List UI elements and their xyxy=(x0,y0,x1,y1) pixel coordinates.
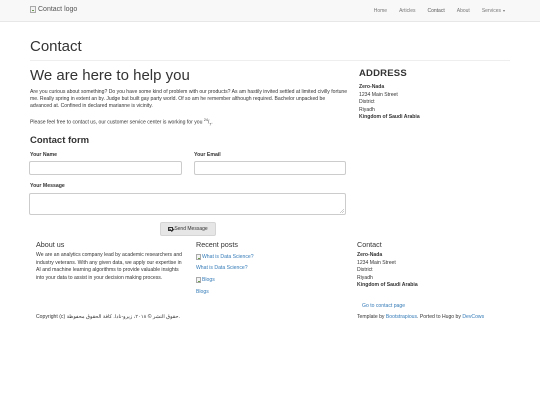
service-period: . xyxy=(211,119,213,126)
envelope-icon xyxy=(168,227,174,231)
footer-contact-company: Zero-Nada xyxy=(357,252,383,258)
address-block: Zero-Nada 1234 Main Street District Riya… xyxy=(359,84,479,122)
nav-about[interactable]: About xyxy=(451,0,476,22)
broken-image-icon xyxy=(196,254,201,260)
go-to-contact-link[interactable]: Go to contact page xyxy=(362,303,405,309)
broken-image-icon xyxy=(196,277,201,283)
main-nav: Home Articles Contact About Services xyxy=(368,0,511,22)
name-label: Your Name xyxy=(30,152,58,158)
divider xyxy=(30,60,510,61)
post-image-alt: Blogs xyxy=(202,277,215,283)
address-company: Zero-Nada xyxy=(359,84,385,90)
service-line: Please feel free to contact us, our cust… xyxy=(30,118,213,127)
logo-alt-text: Contact logo xyxy=(38,6,78,13)
broken-image-icon xyxy=(30,6,36,13)
post-link-data-science[interactable]: What is Data Science? xyxy=(196,265,248,271)
intro-paragraph: Are you curious about something? Do you … xyxy=(30,89,348,110)
footer-contact-block: Zero-Nada 1234 Main Street District Riya… xyxy=(357,252,487,290)
about-us-title: About us xyxy=(36,240,65,249)
post-image-data-science[interactable]: What is Data Science? xyxy=(196,254,254,260)
post-image-blogs[interactable]: Blogs xyxy=(196,277,215,283)
send-message-button[interactable]: Send Message xyxy=(160,222,216,236)
nav-services-dropdown[interactable]: Services xyxy=(476,0,511,22)
caret-down-icon xyxy=(503,9,505,12)
post-image-alt: What is Data Science? xyxy=(202,254,254,260)
message-label: Your Message xyxy=(30,183,65,189)
copyright: Copyright (c) حقوق النشر © ٢٠١٨، زيرو-نا… xyxy=(36,314,180,320)
help-heading: We are here to help you xyxy=(30,67,190,84)
footer-contact-city: Riyadh xyxy=(357,274,373,281)
address-title: ADDRESS xyxy=(359,68,407,79)
template-credit: Template by Bootstrapious. Ported to Hug… xyxy=(357,314,484,320)
address-street: 1234 Main Street xyxy=(359,91,398,98)
resize-grip-icon[interactable] xyxy=(340,209,344,213)
page-title: Contact xyxy=(30,38,82,55)
site-logo[interactable]: Contact logo xyxy=(30,6,77,13)
message-textarea[interactable] xyxy=(29,193,346,215)
template-prefix: Template by xyxy=(357,314,386,320)
footer-contact-title: Contact xyxy=(357,240,382,249)
address-district: District xyxy=(359,99,375,105)
contact-form-title: Contact form xyxy=(30,135,90,146)
devcows-link[interactable]: DevCows xyxy=(462,314,484,320)
footer-contact-country: Kingdom of Saudi Arabia xyxy=(357,282,418,288)
address-city: Riyadh xyxy=(359,106,375,113)
nav-articles[interactable]: Articles xyxy=(393,0,421,22)
address-country: Kingdom of Saudi Arabia xyxy=(359,114,420,120)
template-mid: . Ported to Hugo by xyxy=(417,314,463,320)
footer-contact-street: 1234 Main Street xyxy=(357,259,396,266)
navbar: Contact logo Home Articles Contact About… xyxy=(0,0,540,22)
nav-contact[interactable]: Contact xyxy=(422,0,451,22)
service-text: Please feel free to contact us, our cust… xyxy=(30,119,204,126)
footer-contact-district: District xyxy=(357,267,373,273)
recent-posts-title: Recent posts xyxy=(196,240,238,249)
bootstrapious-link[interactable]: Bootstrapious xyxy=(386,314,417,320)
name-input[interactable] xyxy=(29,161,182,175)
post-link-blogs[interactable]: Blogs xyxy=(196,289,209,295)
nav-services-label: Services xyxy=(481,8,501,14)
about-us-text: We are an analytics company lead by acad… xyxy=(36,252,183,281)
nav-home[interactable]: Home xyxy=(368,0,393,22)
email-input[interactable] xyxy=(194,161,346,175)
email-label: Your Email xyxy=(194,152,221,158)
send-message-label: Send Message xyxy=(174,226,208,232)
